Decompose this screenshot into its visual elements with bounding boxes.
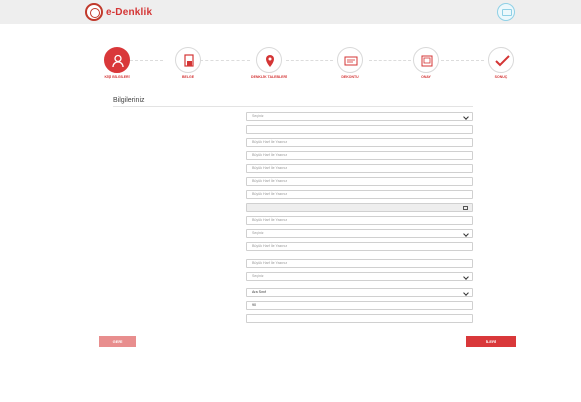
form-row-birth-date: Doğum Tarihi	[113, 203, 475, 212]
chevron-down-icon	[463, 231, 469, 237]
form-row-document-language: Öğrenim Belgesinin Dili Büyük Harf İle Y…	[113, 259, 475, 268]
form-row-father-name: Baba Adı Büyük Harf İle Yazınız	[113, 164, 475, 173]
step-receipt[interactable]: DEKONTU	[320, 47, 380, 79]
divider	[113, 106, 473, 107]
calendar-icon[interactable]	[463, 206, 468, 210]
checkmark-icon	[488, 47, 514, 73]
form-row-country: Yurtdışında Öğrenim Gördüğü Ülke Seçiniz	[113, 229, 475, 238]
studied-in-turkey-select[interactable]: Seçiniz	[246, 272, 473, 281]
form-row-id-document-type: Kimlik Belgesi Türü Seçiniz	[113, 112, 475, 121]
form-row-last-name: Soyad Büyük Harf İle Yazınız	[113, 151, 475, 160]
mother-name-input[interactable]: Büyük Harf İle Yazınız	[246, 177, 473, 186]
form-row-mother-name: Anne Adı Büyük Harf İle Yazınız	[113, 177, 475, 186]
logo-text: e-Denklik	[106, 6, 153, 18]
step-label: BELGE	[181, 75, 195, 79]
section-title: Bilgileriniz	[113, 97, 145, 104]
document-icon	[175, 47, 201, 73]
document-no-input[interactable]	[246, 125, 473, 134]
logo[interactable]: e-Denklik	[85, 3, 152, 21]
step-label: DENKLİK TALEBLERİ	[251, 75, 287, 79]
back-button[interactable]: GERİ	[99, 336, 136, 347]
person-icon	[104, 47, 130, 73]
document-language-input[interactable]: Büyük Harf İle Yazınız	[246, 259, 473, 268]
form-row-document-no: Belge No	[113, 125, 475, 134]
country-select[interactable]: Seçiniz	[246, 229, 473, 238]
id-document-type-select[interactable]: Seçiniz	[246, 112, 473, 121]
step-label: SONUÇ	[494, 75, 508, 79]
transaction-type-select[interactable]: Ara Sınıf	[246, 288, 473, 297]
step-personal-info[interactable]: KİŞİ BİLGİLERİ	[87, 47, 147, 79]
first-name-input[interactable]: Büyük Harf İle Yazınız	[246, 138, 473, 147]
birth-place-input[interactable]: Büyük Harf İle Yazınız	[246, 190, 473, 199]
form-row-phone: Telefon + 90	[113, 301, 475, 310]
form-row-first-name: Ad Büyük Harf İle Yazınız	[113, 138, 475, 147]
chevron-down-icon	[463, 114, 469, 120]
email-input[interactable]	[246, 314, 473, 323]
seal-icon	[85, 3, 103, 21]
form-row-studied-in-turkey: Daha Önce Türkiye'de Öğrenim Gördünüz mü…	[113, 272, 475, 281]
form-row-email: E-mail	[113, 314, 475, 323]
step-label: KİŞİ BİLGİLERİ	[104, 75, 130, 79]
form-row-birth-place: Doğum Yeri Büyük Harf İle Yazınız	[113, 190, 475, 199]
chevron-down-icon	[463, 274, 469, 280]
father-name-input[interactable]: Büyük Harf İle Yazınız	[246, 164, 473, 173]
user-menu-icon[interactable]	[497, 3, 515, 21]
next-button[interactable]: İLERİ	[466, 336, 516, 347]
location-pin-icon	[256, 47, 282, 73]
address-input[interactable]: Büyük Harf İle Yazınız	[246, 216, 473, 225]
chevron-down-icon	[463, 290, 469, 296]
receipt-icon	[337, 47, 363, 73]
birth-date-input[interactable]	[246, 203, 473, 212]
institution-input[interactable]: Büyük Harf İle Yazınız	[246, 242, 473, 251]
step-approval[interactable]: ONAY	[396, 47, 456, 79]
form-row-transaction-type: İşlem Türü Ara Sınıf	[113, 288, 475, 297]
approval-icon	[413, 47, 439, 73]
step-equivalence-request[interactable]: DENKLİK TALEBLERİ	[239, 47, 299, 79]
step-result[interactable]: SONUÇ	[471, 47, 531, 79]
step-label: DEKONTU	[341, 75, 359, 79]
top-bar: e-Denklik	[0, 0, 581, 24]
step-document[interactable]: BELGE	[158, 47, 218, 79]
form-row-address: İkametgah Adresi Büyük Harf İle Yazınız	[113, 216, 475, 225]
step-label: ONAY	[421, 75, 431, 79]
phone-input[interactable]: 90	[246, 301, 473, 310]
form-row-institution: Yurtdışında Öğrenim Gördüğü Son Öğretim …	[113, 242, 475, 251]
last-name-input[interactable]: Büyük Harf İle Yazınız	[246, 151, 473, 160]
